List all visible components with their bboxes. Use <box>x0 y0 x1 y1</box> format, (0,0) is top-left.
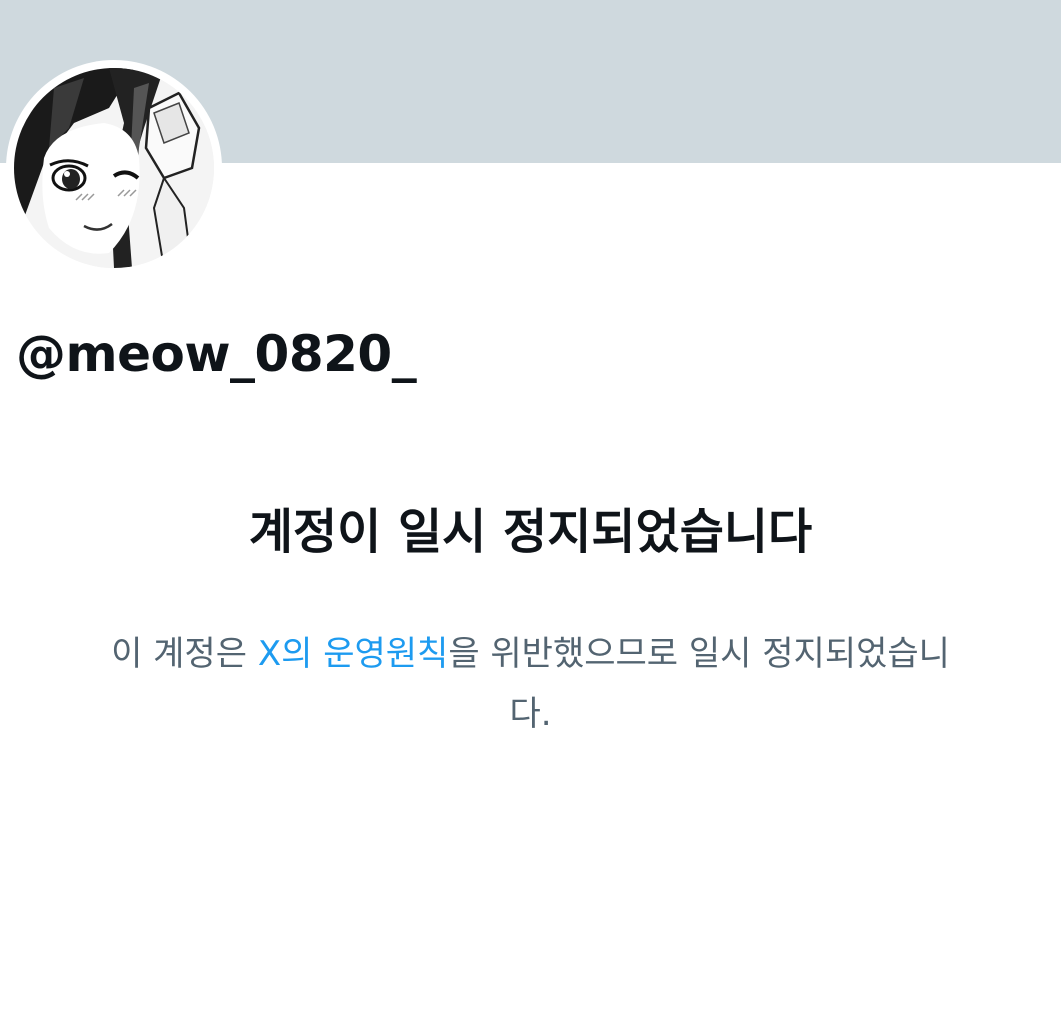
suspension-message: 이 계정은 X의 운영원칙을 위반했으므로 일시 정지되었습니다. <box>110 624 951 744</box>
suspension-message-suffix: 을 위반했으므로 일시 정지되었습니다. <box>448 634 950 734</box>
suspension-message-prefix: 이 계정은 <box>111 634 258 674</box>
suspension-title: 계정이 일시 정지되었습니다 <box>248 504 813 560</box>
profile-handle: @meow_0820_ <box>16 325 417 383</box>
avatar-image <box>14 68 214 268</box>
avatar[interactable] <box>14 68 214 268</box>
rules-link[interactable]: X의 운영원칙 <box>258 634 449 674</box>
